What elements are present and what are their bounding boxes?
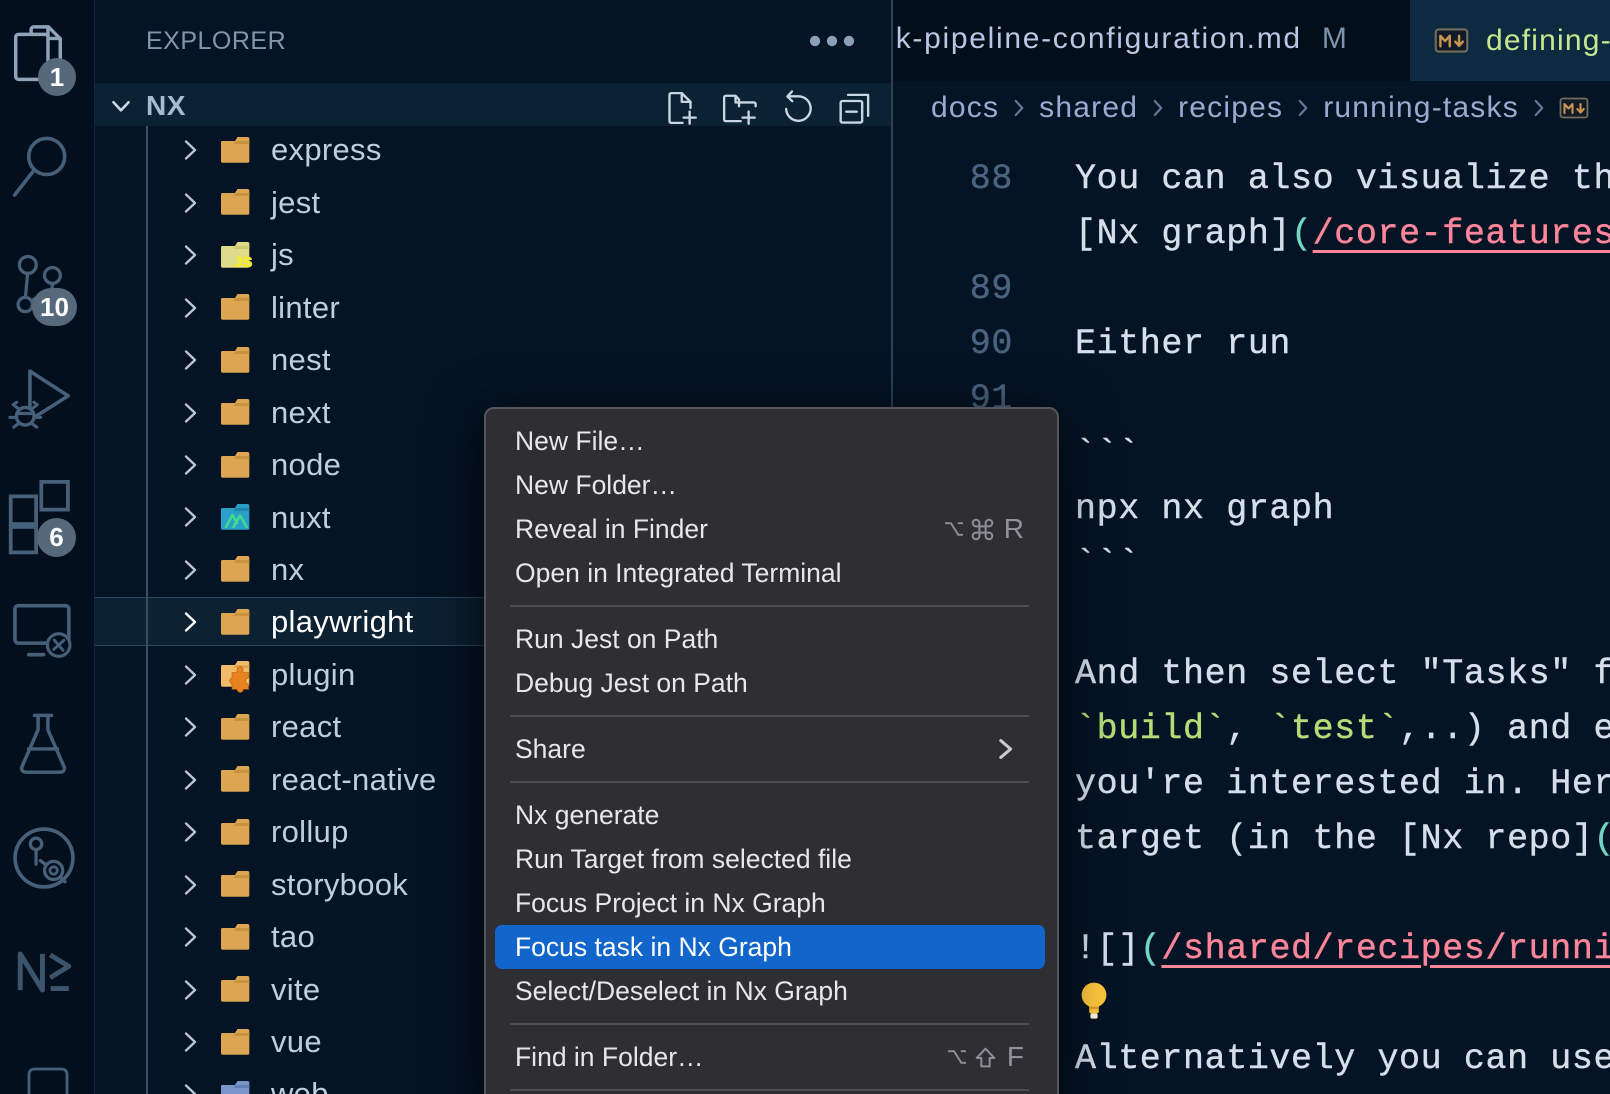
- svg-text:JS: JS: [234, 254, 252, 271]
